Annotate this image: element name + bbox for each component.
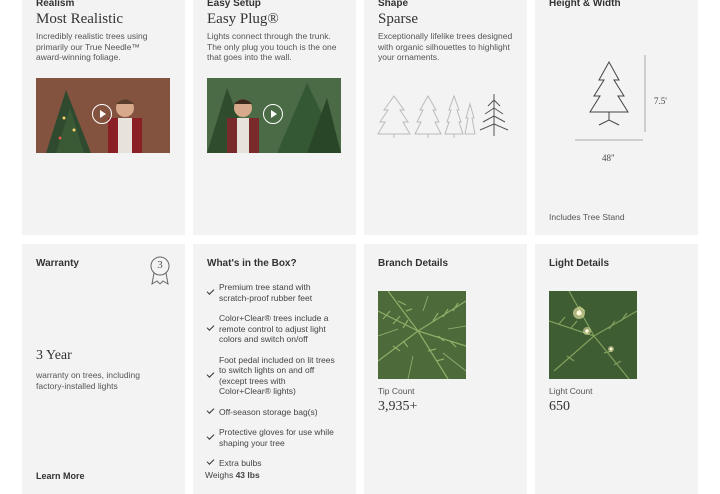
warranty-card: Warranty 3 3 Year warranty on trees, inc…	[22, 244, 185, 494]
dimensions-card: Height & Width 7.5' 48" Includes Tree St…	[535, 0, 698, 235]
whats-in-box-card: What's in the Box? Premium tree stand wi…	[193, 244, 356, 494]
tip-count-label: Tip Count	[378, 386, 415, 396]
easy-setup-title: Easy Plug®	[207, 11, 279, 27]
realism-video[interactable]	[36, 78, 170, 153]
shape-card: Shape Sparse Exceptionally lifelike tree…	[364, 0, 527, 235]
shape-title: Sparse	[378, 11, 418, 27]
realism-label: Realism	[36, 0, 75, 9]
check-icon	[206, 286, 215, 295]
branch-details-card: Branch Details Tip Count 3,935+	[364, 244, 527, 494]
easy-setup-label: Easy Setup	[207, 0, 261, 9]
check-icon	[206, 405, 215, 414]
warranty-value: 3 Year	[36, 348, 72, 363]
list-item: Off-season storage bag(s)	[206, 405, 337, 418]
check-icon	[206, 369, 215, 378]
weight-info: Weighs 43 lbs	[205, 470, 260, 480]
check-icon	[206, 431, 215, 440]
lights-photo	[549, 291, 637, 379]
play-icon[interactable]	[263, 104, 283, 124]
play-icon[interactable]	[92, 104, 112, 124]
box-items-list: Premium tree stand with scratch-proof ru…	[206, 282, 337, 479]
lights-image	[549, 291, 637, 379]
shape-description: Exceptionally lifelike trees designed wi…	[378, 31, 513, 62]
height-value: 7.5'	[654, 96, 667, 106]
warranty-badge-icon: 3	[149, 256, 171, 286]
branch-image	[378, 291, 466, 379]
tree-stand-note: Includes Tree Stand	[549, 212, 625, 222]
weight-value: 43 lbs	[235, 470, 260, 480]
light-details-card: Light Details Light Count 650	[535, 244, 698, 494]
dimensions-label: Height & Width	[549, 0, 621, 9]
light-count-label: Light Count	[549, 386, 593, 396]
realism-card: Realism Most Realistic Incredibly realis…	[22, 0, 185, 235]
check-icon	[206, 322, 215, 331]
easy-setup-video[interactable]	[207, 78, 341, 153]
list-item: Premium tree stand with scratch-proof ru…	[206, 282, 337, 303]
branch-details-label: Branch Details	[378, 258, 449, 269]
tree-shapes-icon	[377, 94, 509, 138]
warranty-label: Warranty	[36, 258, 79, 269]
easy-setup-card: Easy Setup Easy Plug® Lights connect thr…	[193, 0, 356, 235]
warranty-description: warranty on trees, including factory-ins…	[36, 370, 140, 391]
check-icon	[206, 457, 215, 466]
width-value: 48"	[602, 153, 615, 163]
list-item: Color+Clear® trees include a remote cont…	[206, 313, 337, 345]
light-count-value: 650	[549, 399, 570, 414]
realism-description: Incredibly realistic trees using primari…	[36, 31, 148, 62]
list-item: Protective gloves for use while shaping …	[206, 427, 337, 448]
list-item: Foot pedal included on lit trees to swit…	[206, 355, 337, 397]
realism-title: Most Realistic	[36, 11, 124, 27]
list-item: Extra bulbs	[206, 457, 337, 469]
whats-in-box-label: What's in the Box?	[207, 258, 297, 269]
warranty-badge-number: 3	[157, 259, 163, 271]
tip-count-value: 3,935+	[378, 399, 418, 414]
easy-setup-description: Lights connect through the trunk. The on…	[207, 31, 337, 62]
tree-dimensions-icon	[575, 55, 646, 141]
weight-label: Weighs	[205, 470, 234, 480]
branch-photo	[378, 291, 466, 379]
shape-label: Shape	[378, 0, 409, 9]
light-details-label: Light Details	[549, 258, 610, 269]
